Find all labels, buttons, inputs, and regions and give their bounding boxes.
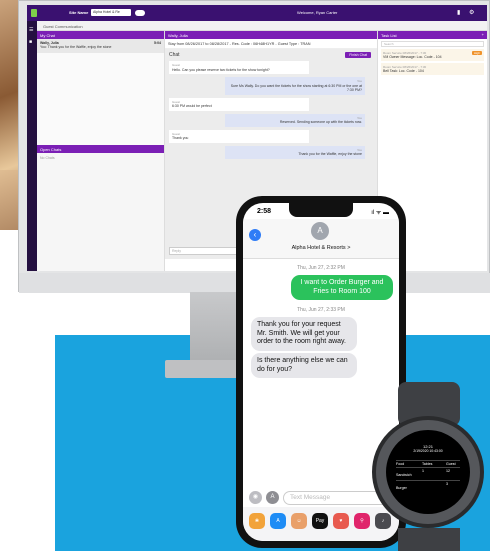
received-message: Is there anything else we can do for you…: [251, 353, 357, 378]
watch-col: Tables: [422, 462, 433, 466]
camera-icon[interactable]: ◉: [249, 491, 262, 504]
watch-date: 2/19/2020 10:43:00: [413, 449, 443, 453]
sticker-icon[interactable]: ♥: [333, 513, 349, 529]
watch-col: Food: [396, 462, 405, 466]
message-input-bar: ◉ A Text Message: [249, 491, 393, 507]
chat-message: Guest Hello. Can you please reserve two t…: [169, 61, 309, 74]
contact-time: 5:04: [153, 41, 161, 45]
task-text: Bell Task: Loc. Code - 104: [383, 69, 424, 73]
watch-col: Guest: [446, 462, 456, 466]
app-topbar: Site Name Alpha Hotel & Re Welcome, Ryan…: [27, 5, 487, 21]
imessage-app-drawer: ❀ A ☺ Pay ♥ ⚲ ♪: [243, 507, 399, 541]
photos-icon[interactable]: ❀: [249, 513, 265, 529]
app-logo: [31, 9, 37, 17]
watch-cell: Sandwich: [396, 473, 412, 477]
section-title: Guest Communication: [37, 21, 487, 31]
message-text: Hello. Can you please reserve two ticket…: [172, 67, 270, 72]
watch-face: 12:21 2/19/2020 10:43:00 Food Tables Gue…: [386, 430, 470, 514]
message-timestamp: Thu, Jun 27, 2:32 PM: [297, 265, 345, 271]
watch-cell: 12: [446, 469, 450, 473]
message-timestamp: Thu, Jun 27, 2:33 PM: [297, 307, 345, 313]
lock-icon[interactable]: ▮: [457, 9, 460, 16]
contact-preview: You: Thank you for the Waffle, enjoy the…: [40, 45, 112, 49]
message-text: Sure Ms Wally. Do you want the tickets f…: [230, 83, 362, 93]
stay-info: Stay from 08/26/2017 to 08/28/2017 - Res…: [165, 39, 377, 49]
chat-message: You Thank you for the Waffle, enjoy the s…: [225, 145, 365, 159]
phone-notch: [289, 203, 353, 217]
watch-table-header: Food Tables Guest: [396, 460, 460, 466]
chat-header: Wally, Julia: [165, 31, 377, 39]
watch-cell: Burger: [396, 486, 407, 490]
open-chats-empty: No Chats: [40, 156, 55, 160]
open-chats-header: Open Chats: [37, 145, 164, 153]
chat-list-space: [37, 53, 164, 145]
watch-band: [398, 528, 460, 551]
chat-list-item[interactable]: Wally, Julia 5:04 You: Thank you for the…: [37, 39, 164, 53]
priority-badge: High: [471, 51, 482, 55]
chat-message: Guest 6:30 PM would be perfect: [169, 97, 309, 111]
watch-cell: 3: [446, 482, 448, 486]
chat-message: You Sure Ms Wally. Do you want the ticket…: [225, 77, 365, 95]
message-text: Thank you: [172, 136, 189, 140]
chat-message: Guest Thank you: [169, 129, 309, 143]
message-text: Thank you for the Waffle, enjoy the ston…: [298, 152, 362, 156]
message-header: ‹ A Alpha Hotel & Resorts >: [243, 219, 399, 259]
contact-name[interactable]: Alpha Hotel & Resorts >: [243, 245, 399, 251]
task-search-input[interactable]: Search: [381, 41, 484, 47]
apple-pay-icon[interactable]: Pay: [312, 513, 328, 529]
music-icon[interactable]: ♪: [375, 513, 391, 529]
watch-table-row[interactable]: Sandwich 1 12: [396, 467, 460, 479]
search-icon[interactable]: ⚲: [354, 513, 370, 529]
menu-icon[interactable]: ☰: [29, 27, 33, 33]
memoji-icon[interactable]: ☺: [291, 513, 307, 529]
phone-status-icons: ıl ᯤ ▬: [371, 210, 389, 216]
phone-time: 2:58: [257, 208, 272, 215]
finish-chat-button[interactable]: Finish Chat: [345, 52, 371, 58]
site-toggle[interactable]: [135, 10, 145, 16]
task-text: VM Owner Message: Loc. Code - 104: [383, 55, 442, 59]
task-list-header: Task List +: [378, 31, 487, 39]
welcome-text: Welcome, Ryan Carter: [297, 10, 338, 15]
message-text: 6:30 PM would be perfect: [172, 104, 212, 108]
message-text: Reserved. Sending someone up with the ti…: [279, 120, 362, 124]
avatar[interactable]: A: [311, 222, 329, 240]
marketing-composite: Site Name Alpha Hotel & Re Welcome, Ryan…: [0, 0, 490, 551]
task-item[interactable]: Room Service 08/26/2017 - 7:30 Bell Task…: [381, 63, 484, 75]
sent-message: I want to Order Burger and Fries to Room…: [291, 275, 393, 300]
chat-title: Chat: [169, 52, 180, 58]
gear-icon[interactable]: ⚙: [469, 9, 474, 16]
site-label: Site Name: [69, 10, 89, 15]
chat-icon[interactable]: ■: [29, 39, 32, 45]
task-list-title: Task List: [381, 33, 397, 38]
chat-message: You Reserved. Sending someone up with the…: [225, 113, 365, 127]
smartwatch: 12:21 2/19/2020 10:43:00 Food Tables Gue…: [372, 416, 484, 528]
received-message: Thank you for your request Mr. Smith. We…: [251, 317, 357, 351]
site-select[interactable]: Alpha Hotel & Re: [91, 9, 131, 16]
my-chat-panel: My Chat Wally, Julia 5:04 You: Thank you…: [37, 31, 165, 271]
watch-table-row[interactable]: Burger 3: [396, 480, 460, 492]
app-store-icon[interactable]: A: [270, 513, 286, 529]
chevron-left-icon[interactable]: ‹: [249, 229, 261, 241]
watch-cell: 1: [422, 469, 424, 473]
my-chat-header: My Chat: [37, 31, 164, 39]
left-rail: ☰ ■: [27, 21, 37, 271]
add-icon[interactable]: +: [482, 32, 484, 37]
task-item[interactable]: Room Service 08/26/2017 - 7:30 VM Owner …: [381, 49, 484, 61]
app-store-icon[interactable]: A: [266, 491, 279, 504]
